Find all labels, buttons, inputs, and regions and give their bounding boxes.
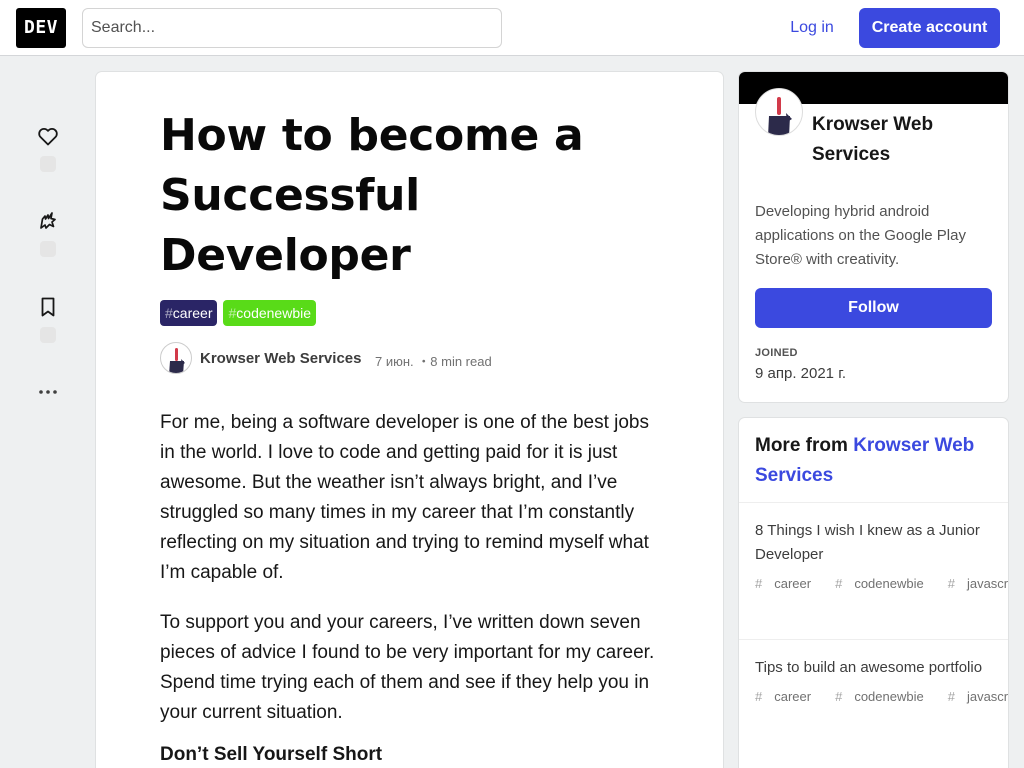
create-account-button[interactable]: Create account — [859, 8, 1000, 48]
tag-javascript[interactable]: #javascript — [948, 689, 1008, 704]
tag-codenewbie[interactable]: #codenewbie — [835, 689, 936, 704]
profile-description: Developing hybrid android applications o… — [755, 203, 966, 268]
bookmark-count — [40, 327, 56, 343]
more-article-tags: #career#codenewbie#javascript#python — [755, 684, 1008, 710]
more-from-heading: More from Krowser Web Services — [755, 435, 975, 486]
read-time: ・8 min read — [417, 354, 492, 369]
like-count — [40, 156, 56, 172]
profile-name[interactable]: Krowser Web Services — [812, 110, 992, 170]
login-link[interactable]: Log in — [778, 8, 846, 48]
more-article-item[interactable]: Tips to build an awesome portfolio # care… — [739, 639, 1008, 726]
joined-label: JOINED — [755, 347, 798, 359]
bookmark-button[interactable] — [30, 295, 66, 343]
more-article-title[interactable]: 8 Things I wish I knew as a Junior Devel… — [755, 519, 995, 567]
article-meta: 7 июн. ・8 min read — [375, 351, 492, 370]
profile-avatar[interactable] — [755, 88, 803, 136]
more-options-button[interactable] — [30, 380, 66, 404]
author-avatar[interactable] — [160, 342, 192, 374]
author-row: Krowser Web Services 7 июн. ・8 min read — [160, 342, 660, 374]
tag-codenewbie[interactable]: #codenewbie — [223, 300, 317, 326]
more-article-title[interactable]: Tips to build an awesome portfolio — [755, 656, 995, 680]
article-body: For me, being a software developer is on… — [160, 408, 660, 768]
follow-button[interactable]: Follow — [755, 288, 992, 328]
bookmark-icon — [41, 297, 55, 317]
author-avatar-image — [169, 348, 185, 373]
dev-logo[interactable]: DEV — [16, 8, 66, 48]
tag-career[interactable]: #career — [755, 689, 823, 704]
author-name[interactable]: Krowser Web Services — [200, 350, 361, 367]
more-article-tags: #career#codenewbie#javascript#python — [755, 571, 1008, 597]
paragraph: To support you and your careers, I’ve wr… — [160, 612, 655, 723]
joined-date: 9 апр. 2021 г. — [755, 365, 846, 382]
article-card: How to become a Successful Developer #ca… — [96, 72, 723, 768]
unicorn-icon — [40, 212, 56, 229]
search-input[interactable] — [82, 8, 502, 48]
profile-avatar-image — [768, 97, 792, 135]
top-navigation-bar: DEV Log in Create account — [0, 0, 1024, 56]
tag-codenewbie[interactable]: #codenewbie — [835, 576, 936, 591]
more-from-author-card: More from Krowser Web Services 8 Things … — [739, 418, 1008, 768]
like-reaction-button[interactable] — [30, 124, 66, 172]
author-profile-card: Krowser Web Services Developing hybrid a… — [739, 72, 1008, 402]
tag-career[interactable]: #career — [160, 300, 218, 326]
article-tags: #career #codenewbie — [160, 300, 322, 326]
tag-javascript[interactable]: #javascript — [948, 576, 1008, 591]
unicorn-reaction-button[interactable] — [30, 209, 66, 257]
paragraph: For me, being a software developer is on… — [160, 412, 649, 583]
article-title: How to become a Successful Developer — [160, 110, 584, 281]
publish-date: 7 июн. — [375, 354, 414, 369]
heart-icon — [38, 128, 58, 146]
tag-career[interactable]: #career — [755, 576, 823, 591]
more-article-item[interactable]: 8 Things I wish I knew as a Junior Devel… — [739, 502, 1008, 613]
unicorn-count — [40, 241, 56, 257]
section-heading: Don’t Sell Yourself Short — [160, 744, 383, 765]
ellipsis-icon — [39, 390, 57, 394]
